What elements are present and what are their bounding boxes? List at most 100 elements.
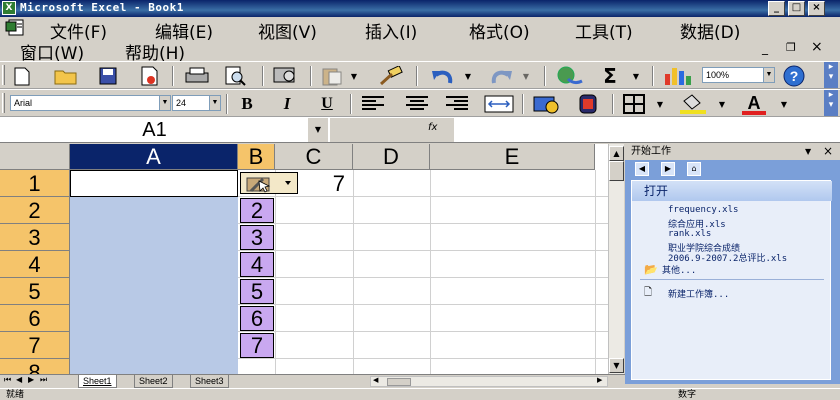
- cell-c1[interactable]: 7: [275, 170, 353, 197]
- font-color-icon[interactable]: A: [738, 93, 770, 115]
- toolbar-grip[interactable]: [2, 93, 5, 113]
- cell-b3[interactable]: 3: [240, 225, 274, 250]
- maximize-button[interactable]: □: [788, 1, 805, 16]
- vertical-scrollbar[interactable]: ▲ ▼: [608, 144, 624, 374]
- active-cell-a1[interactable]: [70, 170, 238, 197]
- row-header-3[interactable]: 3: [0, 224, 70, 251]
- font-color-dropdown-icon[interactable]: ▼: [778, 93, 790, 115]
- fill-color-icon[interactable]: [676, 93, 710, 115]
- help-icon[interactable]: ?: [780, 65, 808, 87]
- menu-insert[interactable]: 插入(I): [365, 18, 417, 43]
- excel-app-icon[interactable]: X: [2, 1, 16, 15]
- row-header-5[interactable]: 5: [0, 278, 70, 305]
- minimize-button[interactable]: _: [768, 1, 785, 16]
- home-icon[interactable]: ⌂: [687, 162, 701, 176]
- permission-icon[interactable]: [138, 65, 162, 87]
- column-header-a[interactable]: A: [70, 144, 238, 170]
- font-select[interactable]: Arial ▼: [10, 95, 171, 111]
- doc-restore-button[interactable]: ❐: [786, 41, 796, 54]
- new-workbook-link[interactable]: 新建工作簿...: [668, 287, 729, 300]
- back-icon[interactable]: ◀: [635, 162, 649, 176]
- tab-sheet1[interactable]: Sheet1: [78, 375, 117, 388]
- doc-close-button[interactable]: ×: [811, 39, 823, 55]
- tab-sheet2[interactable]: Sheet2: [134, 375, 173, 388]
- row-header-7[interactable]: 7: [0, 332, 70, 359]
- zoom-select[interactable]: 100% ▼: [702, 67, 775, 83]
- column-header-d[interactable]: D: [353, 144, 430, 170]
- cell-b2[interactable]: 2: [240, 198, 274, 223]
- horizontal-scroll-thumb[interactable]: [387, 378, 411, 386]
- row-header-6[interactable]: 6: [0, 305, 70, 332]
- font-dropdown-icon[interactable]: ▼: [159, 96, 170, 110]
- cell-b4[interactable]: 4: [240, 252, 274, 277]
- row-header-4[interactable]: 4: [0, 251, 70, 278]
- cell-b7[interactable]: 7: [240, 333, 274, 358]
- horizontal-scrollbar[interactable]: ◀ ▶: [370, 376, 608, 387]
- scroll-thumb[interactable]: [609, 161, 624, 181]
- merge-center-icon[interactable]: [482, 93, 516, 115]
- autosum-dropdown-icon[interactable]: ▼: [630, 65, 642, 87]
- redo-icon[interactable]: [486, 65, 516, 87]
- borders-icon[interactable]: [620, 93, 648, 115]
- toolbar-options-icon[interactable]: ▸ ▾: [824, 62, 838, 88]
- zoom-dropdown-icon[interactable]: ▼: [763, 68, 774, 82]
- align-center-icon[interactable]: [402, 93, 432, 115]
- scroll-up-icon[interactable]: ▲: [609, 146, 624, 161]
- last-sheet-icon[interactable]: ⏭: [40, 375, 47, 385]
- prev-sheet-icon[interactable]: ◀: [16, 375, 22, 384]
- toolbar-options-icon[interactable]: ▸ ▾: [824, 90, 838, 116]
- menu-format[interactable]: 格式(O): [469, 18, 530, 43]
- scroll-right-icon[interactable]: ▶: [597, 376, 602, 384]
- name-box[interactable]: A1: [1, 118, 308, 142]
- font-size-dropdown-icon[interactable]: ▼: [209, 96, 220, 110]
- percent-style-icon[interactable]: [572, 93, 604, 115]
- menu-tools[interactable]: 工具(T): [575, 18, 633, 43]
- forward-icon[interactable]: ▶: [661, 162, 675, 176]
- recent-file-link[interactable]: frequency.xls: [668, 205, 738, 215]
- column-header-e[interactable]: E: [430, 144, 595, 170]
- paste-icon[interactable]: [318, 65, 346, 87]
- task-pane-close-icon[interactable]: ×: [823, 143, 833, 159]
- fill-color-dropdown-icon[interactable]: ▼: [716, 93, 728, 115]
- menu-data[interactable]: 数据(D): [680, 18, 740, 43]
- undo-icon[interactable]: [428, 65, 458, 87]
- italic-button[interactable]: I: [274, 93, 300, 115]
- select-all-corner[interactable]: [0, 144, 70, 170]
- cell-b5[interactable]: 5: [240, 279, 274, 304]
- print-preview-icon[interactable]: [222, 65, 250, 87]
- cell-b6[interactable]: 6: [240, 306, 274, 331]
- currency-style-icon[interactable]: [530, 93, 562, 115]
- row-header-1[interactable]: 1: [0, 170, 70, 197]
- more-files-link[interactable]: 其他...: [662, 263, 696, 276]
- column-header-c[interactable]: C: [275, 144, 353, 170]
- toolbar-grip[interactable]: [2, 65, 5, 85]
- hyperlink-icon[interactable]: [552, 65, 586, 87]
- open-icon[interactable]: [52, 65, 80, 87]
- doc-minimize-button[interactable]: _: [762, 41, 768, 55]
- tab-sheet3[interactable]: Sheet3: [190, 375, 229, 388]
- task-pane-menu-icon[interactable]: ▼: [805, 144, 811, 160]
- first-sheet-icon[interactable]: ⏮: [4, 375, 11, 385]
- redo-dropdown-icon[interactable]: ▼: [520, 65, 532, 87]
- row-header-2[interactable]: 2: [0, 197, 70, 224]
- print-icon[interactable]: [182, 65, 212, 87]
- save-icon[interactable]: [96, 65, 120, 87]
- align-left-icon[interactable]: [358, 93, 388, 115]
- name-box-dropdown-icon[interactable]: ▼: [308, 118, 328, 142]
- underline-button[interactable]: U: [314, 93, 340, 115]
- chart-wizard-icon[interactable]: [662, 65, 694, 87]
- document-icon[interactable]: [5, 19, 27, 37]
- bold-button[interactable]: B: [234, 93, 260, 115]
- new-icon[interactable]: [10, 65, 34, 87]
- close-button[interactable]: ×: [808, 1, 825, 16]
- format-painter-icon[interactable]: [372, 65, 408, 87]
- menu-view[interactable]: 视图(V): [258, 18, 317, 43]
- column-header-b[interactable]: B: [238, 144, 275, 170]
- next-sheet-icon[interactable]: ▶: [28, 375, 34, 384]
- scroll-down-icon[interactable]: ▼: [609, 358, 624, 373]
- autosum-icon[interactable]: Σ: [598, 64, 622, 88]
- insert-function-button[interactable]: fx: [428, 122, 437, 133]
- borders-dropdown-icon[interactable]: ▼: [654, 93, 666, 115]
- undo-dropdown-icon[interactable]: ▼: [462, 65, 474, 87]
- font-size-select[interactable]: 24 ▼: [172, 95, 221, 111]
